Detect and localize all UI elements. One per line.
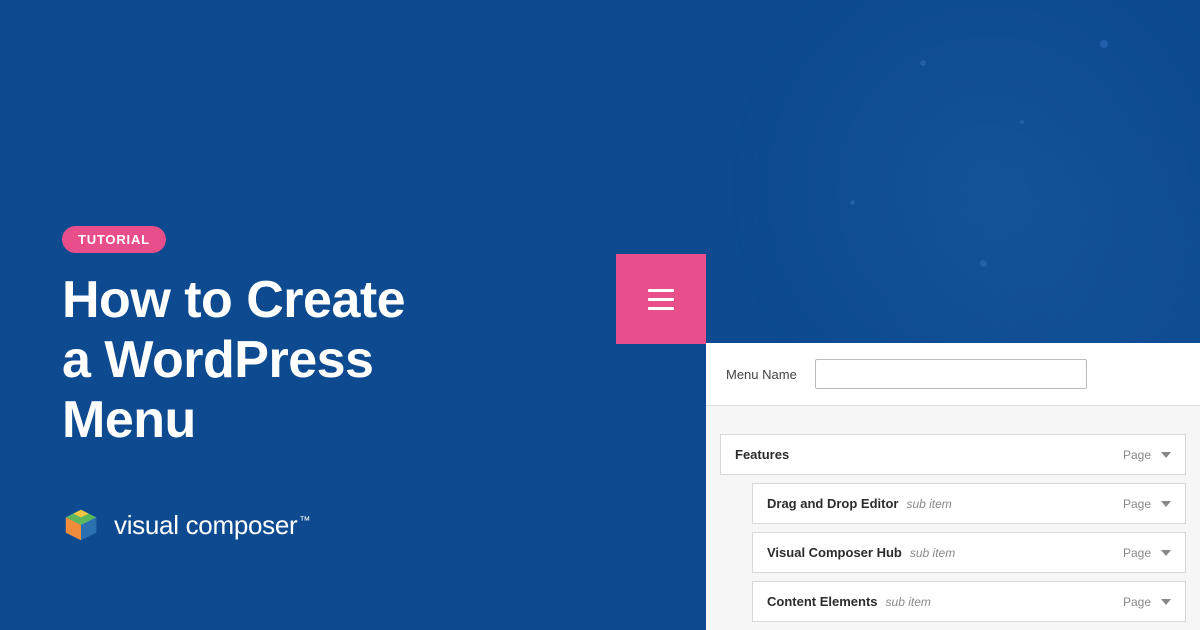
chevron-down-icon [1161,501,1171,507]
page-title: How to Create a WordPress Menu [62,271,405,450]
menu-item-subtag: sub item [886,595,931,609]
hamburger-menu-button[interactable] [616,254,706,344]
menu-name-row: Menu Name [706,343,1200,406]
menu-item-features[interactable]: Features Page [720,434,1186,475]
menu-item-type: Page [1123,546,1151,560]
menu-item-title: Visual Composer Hub [767,545,902,560]
menu-item-content-elements[interactable]: Content Elements sub item Page [752,581,1186,622]
menu-editor-panel: Menu Name Features Page Drag and Drop Ed… [706,343,1200,630]
hamburger-icon [648,289,674,310]
chevron-down-icon [1161,599,1171,605]
menu-item-subtag: sub item [906,497,951,511]
menu-name-input[interactable] [815,359,1087,389]
menu-item-title: Content Elements [767,594,878,609]
menu-item-subtag: sub item [910,546,955,560]
menu-item-title: Drag and Drop Editor [767,496,898,511]
menu-name-label: Menu Name [726,367,797,382]
chevron-down-icon [1161,452,1171,458]
menu-items-list: Features Page Drag and Drop Editor sub i… [706,406,1200,622]
menu-item-type: Page [1123,448,1151,462]
brand-logo: visual composer™ [62,506,310,544]
chevron-down-icon [1161,550,1171,556]
menu-item-type: Page [1123,497,1151,511]
menu-item-drag-and-drop-editor[interactable]: Drag and Drop Editor sub item Page [752,483,1186,524]
menu-item-type: Page [1123,595,1151,609]
menu-item-title: Features [735,447,789,462]
tutorial-badge: TUTORIAL [62,226,166,253]
brand-name: visual composer™ [114,510,310,541]
visual-composer-logo-icon [62,506,100,544]
menu-item-visual-composer-hub[interactable]: Visual Composer Hub sub item Page [752,532,1186,573]
